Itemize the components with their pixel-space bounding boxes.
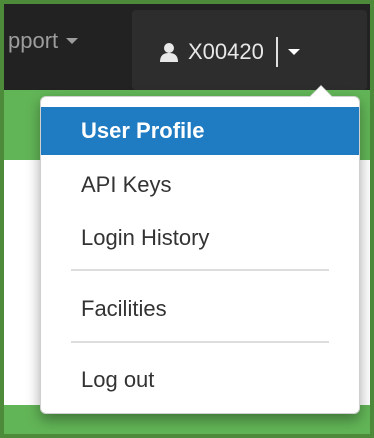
- caret-down-icon[interactable]: [287, 49, 300, 55]
- menu-item-log-out[interactable]: Log out: [41, 356, 359, 404]
- menu-divider: [71, 341, 329, 343]
- menu-item-facilities[interactable]: Facilities: [41, 285, 359, 333]
- menu-item-api-keys[interactable]: API Keys: [41, 161, 359, 209]
- caret-down-icon: [66, 38, 79, 44]
- button-divider: [275, 37, 278, 67]
- menu-divider: [71, 269, 329, 271]
- menu-item-user-profile[interactable]: User Profile: [41, 107, 359, 155]
- user-menu-button[interactable]: X00420: [132, 10, 367, 90]
- dropdown-pointer-fill: [310, 86, 332, 97]
- user-icon: [160, 43, 178, 62]
- top-navbar: pport X00420: [4, 4, 370, 90]
- user-dropdown-menu: User Profile API Keys Login History Faci…: [40, 85, 360, 414]
- menu-item-login-history[interactable]: Login History: [41, 214, 359, 262]
- nav-support-dropdown[interactable]: pport: [8, 20, 79, 62]
- nav-support-label: pport: [8, 28, 59, 53]
- user-id-label: X00420: [188, 39, 264, 64]
